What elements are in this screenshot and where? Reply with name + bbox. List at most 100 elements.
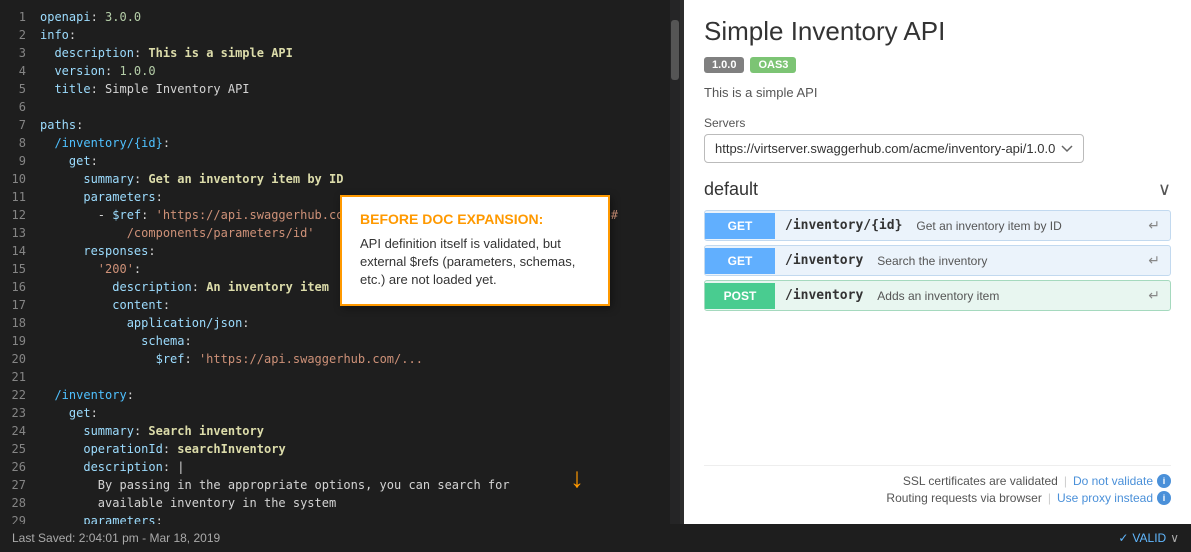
line-numbers: 1234567891011121314151617181920212223242… xyxy=(0,0,36,524)
badges-container: 1.0.0 OAS3 xyxy=(704,57,1171,73)
main-container: 1234567891011121314151617181920212223242… xyxy=(0,0,1191,524)
endpoint-row[interactable]: GET/inventory/{id}Get an inventory item … xyxy=(704,210,1171,241)
line-number: 16 xyxy=(0,278,26,296)
endpoints-list: GET/inventory/{id}Get an inventory item … xyxy=(704,210,1171,315)
valid-checkmark-icon: ✓ xyxy=(1118,531,1128,545)
proxy-info-icon[interactable]: i xyxy=(1157,491,1171,505)
ssl-row: SSL certificates are validated | Do not … xyxy=(704,474,1171,488)
line-number: 21 xyxy=(0,368,26,386)
enter-icon: ↵ xyxy=(1138,211,1170,240)
tooltip-title: BEFORE DOC EXPANSION: xyxy=(360,211,590,227)
do-not-validate-link[interactable]: Do not validate xyxy=(1073,474,1153,488)
code-line[interactable] xyxy=(36,368,670,386)
code-line[interactable]: application/json: xyxy=(36,314,670,332)
code-line[interactable]: parameters: xyxy=(36,512,670,524)
routing-row: Routing requests via browser | Use proxy… xyxy=(704,491,1171,505)
line-number: 5 xyxy=(0,80,26,98)
endpoint-path: /inventory/{id} xyxy=(775,212,912,239)
footer-valid-section: ✓ VALID ∨ xyxy=(1118,531,1179,545)
line-number: 13 xyxy=(0,224,26,242)
api-title: Simple Inventory API xyxy=(704,16,1171,47)
default-section: default ∨ xyxy=(704,179,1171,200)
line-number: 1 xyxy=(0,8,26,26)
code-line[interactable]: description: This is a simple API xyxy=(36,44,670,62)
use-proxy-link[interactable]: Use proxy instead xyxy=(1057,491,1153,505)
default-label: default xyxy=(704,179,758,200)
line-number: 26 xyxy=(0,458,26,476)
footer-bar: Last Saved: 2:04:01 pm - Mar 18, 2019 ✓ … xyxy=(0,524,1191,552)
line-number: 19 xyxy=(0,332,26,350)
method-badge: POST xyxy=(705,283,775,309)
arrow-down-icon: ↓ xyxy=(570,462,584,494)
line-number: 20 xyxy=(0,350,26,368)
line-number: 2 xyxy=(0,26,26,44)
code-line[interactable] xyxy=(36,98,670,116)
line-number: 14 xyxy=(0,242,26,260)
code-line[interactable]: operationId: searchInventory xyxy=(36,440,670,458)
endpoint-description: Adds an inventory item xyxy=(873,283,1138,309)
line-number: 23 xyxy=(0,404,26,422)
code-line[interactable]: get: xyxy=(36,404,670,422)
last-saved-text: Last Saved: xyxy=(12,531,79,545)
line-number: 7 xyxy=(0,116,26,134)
servers-select[interactable]: https://virtserver.swaggerhub.com/acme/i… xyxy=(704,134,1084,163)
enter-icon: ↵ xyxy=(1138,246,1170,275)
ssl-text: SSL certificates are validated xyxy=(903,474,1058,488)
chevron-down-icon[interactable]: ∨ xyxy=(1158,179,1171,200)
line-number: 3 xyxy=(0,44,26,62)
line-number: 9 xyxy=(0,152,26,170)
endpoint-description: Search the inventory xyxy=(873,248,1138,274)
line-number: 15 xyxy=(0,260,26,278)
line-number: 25 xyxy=(0,440,26,458)
line-number: 12 xyxy=(0,206,26,224)
line-number: 17 xyxy=(0,296,26,314)
scrollbar-thumb[interactable] xyxy=(671,20,679,80)
right-footer: SSL certificates are validated | Do not … xyxy=(704,465,1171,508)
endpoint-path: /inventory xyxy=(775,282,873,309)
code-line[interactable]: /inventory/{id}: xyxy=(36,134,670,152)
footer-saved-label: Last Saved: 2:04:01 pm - Mar 18, 2019 xyxy=(12,531,220,545)
api-description: This is a simple API xyxy=(704,85,1171,100)
code-line[interactable]: openapi: 3.0.0 xyxy=(36,8,670,26)
method-badge: GET xyxy=(705,248,775,274)
code-line[interactable]: available inventory in the system xyxy=(36,494,670,512)
line-number: 29 xyxy=(0,512,26,524)
right-panel: Simple Inventory API 1.0.0 OAS3 This is … xyxy=(684,0,1191,524)
line-number: 11 xyxy=(0,188,26,206)
tooltip-popup: BEFORE DOC EXPANSION: API definition its… xyxy=(340,195,610,306)
valid-text: VALID xyxy=(1132,531,1166,545)
endpoint-row[interactable]: GET/inventorySearch the inventory↵ xyxy=(704,245,1171,276)
footer-chevron-icon[interactable]: ∨ xyxy=(1170,531,1179,545)
code-line[interactable]: paths: xyxy=(36,116,670,134)
code-line[interactable]: summary: Get an inventory item by ID xyxy=(36,170,670,188)
code-editor: 1234567891011121314151617181920212223242… xyxy=(0,0,680,524)
oas-badge: OAS3 xyxy=(750,57,796,73)
endpoint-path: /inventory xyxy=(775,247,873,274)
footer-date: Mar 18, 2019 xyxy=(149,531,220,545)
code-line[interactable]: title: Simple Inventory API xyxy=(36,80,670,98)
line-number: 8 xyxy=(0,134,26,152)
code-line[interactable]: get: xyxy=(36,152,670,170)
code-line[interactable]: schema: xyxy=(36,332,670,350)
endpoint-description: Get an inventory item by ID xyxy=(912,213,1138,239)
line-number: 24 xyxy=(0,422,26,440)
endpoint-row[interactable]: POST/inventoryAdds an inventory item↵ xyxy=(704,280,1171,311)
line-number: 6 xyxy=(0,98,26,116)
line-number: 28 xyxy=(0,494,26,512)
line-number: 27 xyxy=(0,476,26,494)
servers-label: Servers xyxy=(704,116,1171,130)
code-line[interactable]: summary: Search inventory xyxy=(36,422,670,440)
enter-icon: ↵ xyxy=(1138,281,1170,310)
footer-time: 2:04:01 pm xyxy=(79,531,139,545)
code-line[interactable]: $ref: 'https://api.swaggerhub.com/... xyxy=(36,350,670,368)
code-line[interactable]: /inventory: xyxy=(36,386,670,404)
ssl-info-icon[interactable]: i xyxy=(1157,474,1171,488)
scrollbar-track[interactable] xyxy=(670,0,680,524)
tooltip-body: API definition itself is validated, but … xyxy=(360,235,590,290)
code-line[interactable]: info: xyxy=(36,26,670,44)
code-line[interactable]: version: 1.0.0 xyxy=(36,62,670,80)
line-number: 22 xyxy=(0,386,26,404)
method-badge: GET xyxy=(705,213,775,239)
routing-text: Routing requests via browser xyxy=(886,491,1041,505)
line-number: 18 xyxy=(0,314,26,332)
